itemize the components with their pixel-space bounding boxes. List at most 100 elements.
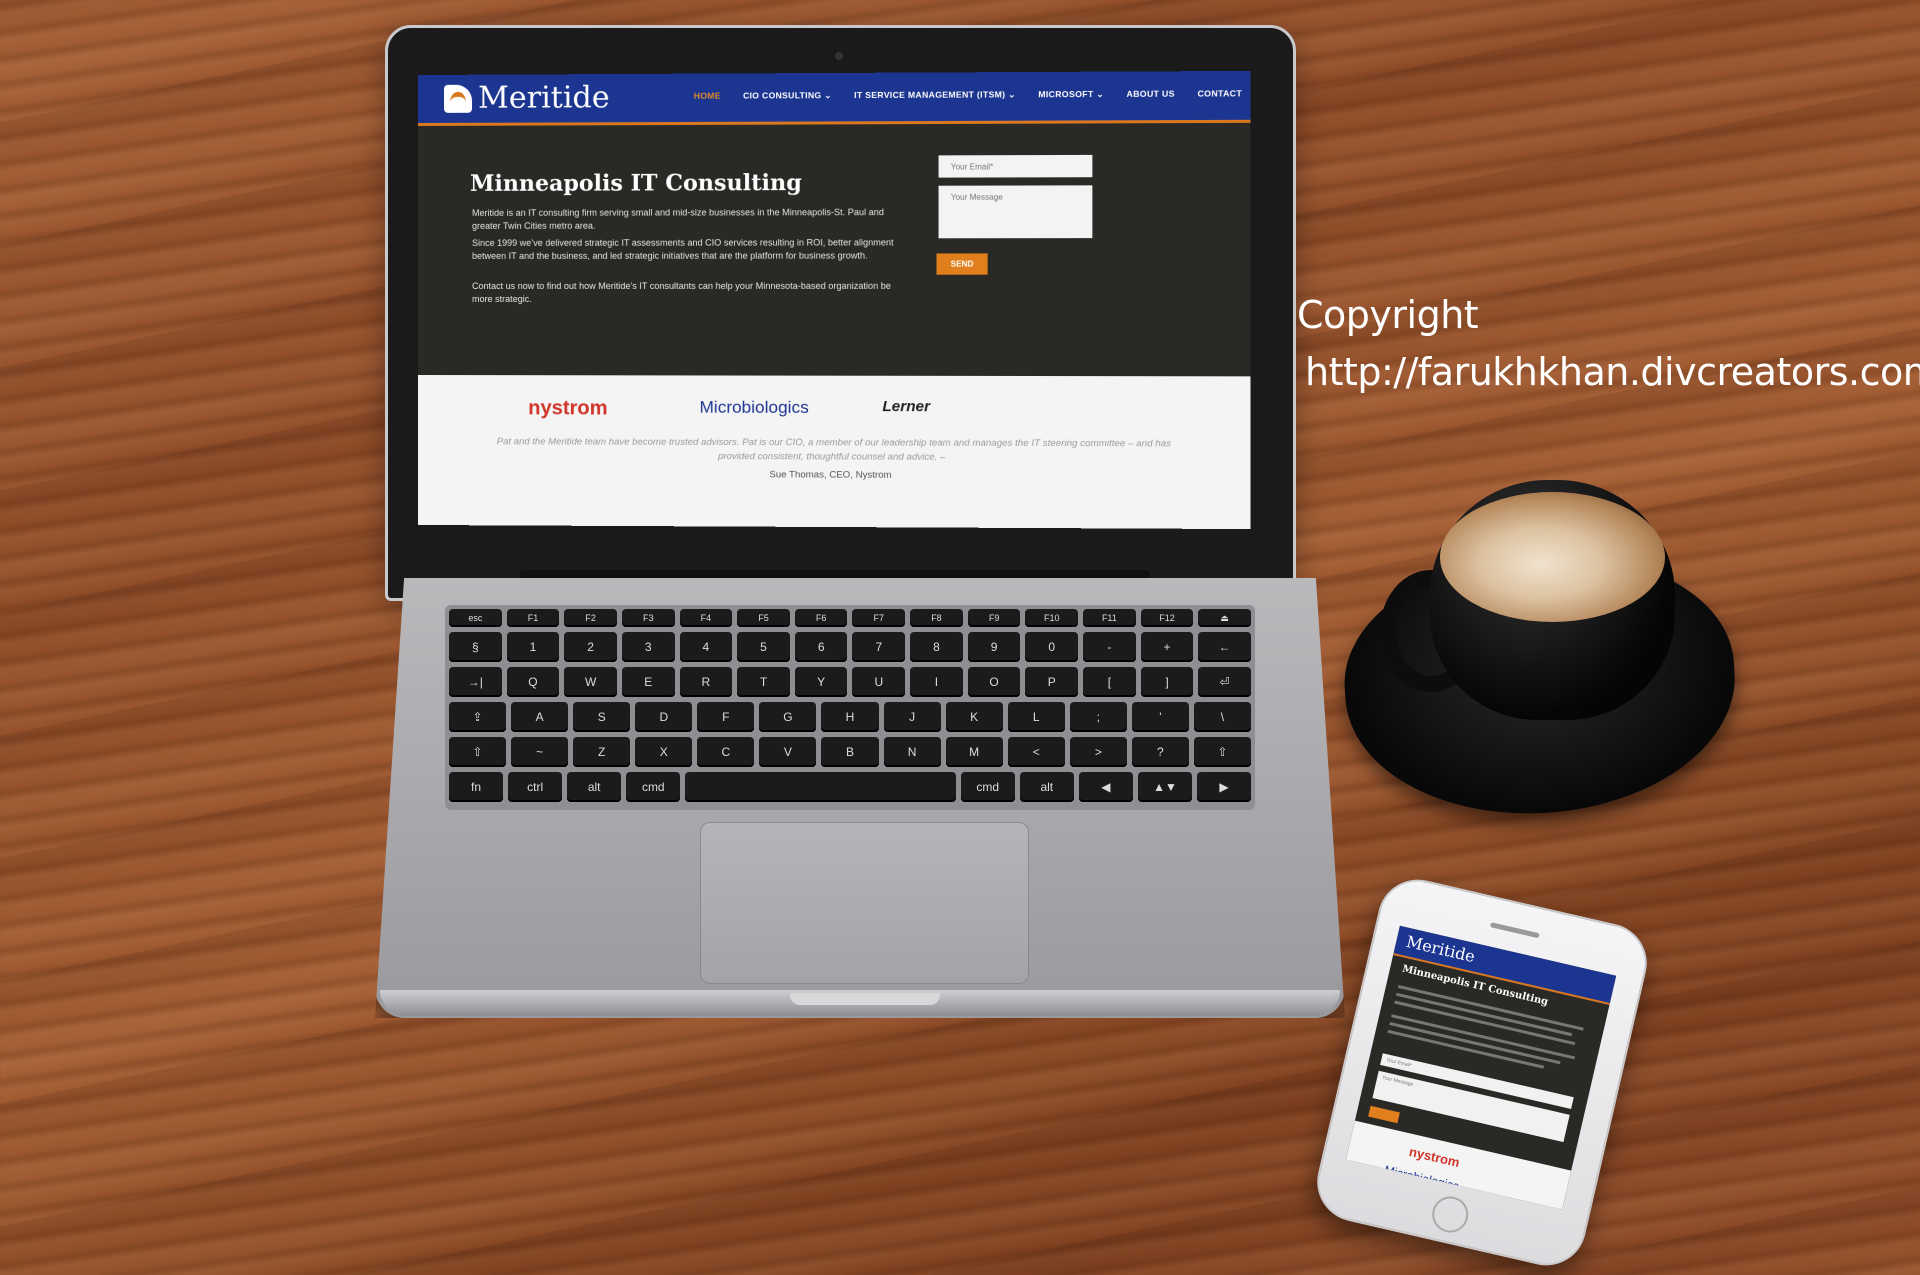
key[interactable]: ⏎ [1198,667,1251,697]
key[interactable]: 7 [852,632,905,662]
key[interactable]: 2 [564,632,617,662]
key[interactable]: - [1083,632,1136,662]
key[interactable]: 9 [968,632,1021,662]
key[interactable]: N [884,737,941,767]
key[interactable]: 4 [680,632,733,662]
key[interactable]: ? [1132,737,1189,767]
key[interactable]: F [697,702,754,732]
key[interactable]: K [946,702,1003,732]
key[interactable]: ▶ [1197,772,1251,802]
hero-title: Minneapolis IT Consulting [470,170,802,197]
home-button[interactable] [1429,1193,1472,1236]
key[interactable]: T [737,667,790,697]
key[interactable]: I [910,667,963,697]
key[interactable]: U [852,667,905,697]
key[interactable]: § [449,632,502,662]
nav-cio-consulting[interactable]: CIO CONSULTING ⌄ [743,90,832,101]
key[interactable]: H [821,702,878,732]
message-field[interactable]: Your Message [939,185,1093,238]
key[interactable]: L [1008,702,1065,732]
nav-contact[interactable]: CONTACT [1198,88,1243,99]
key[interactable]: P [1025,667,1078,697]
key[interactable]: 0 [1025,632,1078,662]
key[interactable]: alt [1020,772,1074,802]
key[interactable]: W [564,667,617,697]
key[interactable]: ctrl [508,772,562,802]
key[interactable]: ' [1132,702,1189,732]
key[interactable]: alt [567,772,621,802]
key[interactable]: X [635,737,692,767]
key[interactable]: M [946,737,1003,767]
key[interactable]: F3 [622,609,675,627]
key[interactable]: ◀ [1079,772,1133,802]
key[interactable]: Q [507,667,560,697]
phone-send-button[interactable] [1368,1106,1400,1123]
keyboard-home-row: ⇪ A S D F G H J K L; ' \ [449,702,1251,732]
keyboard-qwerty-row: →| Q W E R T Y U I O P[] ⏎ [449,667,1251,697]
keyboard: esc F1 F2 F3 F4 F5 F6 F7 F8 F9 F10 F11 F12 ⏏ § 1 2 3 4 5 6 7… [445,605,1255,810]
key[interactable]: esc [449,609,502,627]
key[interactable]: Z [573,737,630,767]
nav-microsoft[interactable]: MICROSOFT ⌄ [1038,89,1104,100]
key[interactable]: J [884,702,941,732]
key[interactable]: →| [449,667,502,697]
key[interactable]: 3 [622,632,675,662]
key[interactable] [685,772,955,802]
key[interactable]: S [573,702,630,732]
nav-itsm[interactable]: IT SERVICE MANAGEMENT (ITSM) ⌄ [854,89,1016,101]
nav-home[interactable]: HOME [694,91,721,102]
key[interactable]: O [968,667,1021,697]
key[interactable]: Y [795,667,848,697]
key[interactable]: 5 [737,632,790,662]
key[interactable]: 1 [507,632,560,662]
key[interactable]: ⇪ [449,702,506,732]
key[interactable]: + [1141,632,1194,662]
key[interactable]: ~ [511,737,568,767]
key[interactable]: [ [1083,667,1136,697]
key[interactable]: < [1008,737,1065,767]
key[interactable]: ⏏ [1198,609,1251,627]
key[interactable]: ▲▼ [1138,772,1192,802]
key[interactable]: F12 [1141,609,1194,627]
key[interactable]: F7 [852,609,905,627]
key[interactable]: E [622,667,675,697]
key[interactable]: V [759,737,816,767]
key[interactable]: ] [1141,667,1194,697]
keyboard-bottom-row: fn ctrl alt cmd cmd alt ◀ ▲▼ ▶ [449,772,1251,802]
key[interactable]: F2 [564,609,617,627]
key[interactable]: ⇧ [449,737,506,767]
phone-site-logo[interactable]: Meritide [1404,932,1476,966]
key[interactable]: F9 [968,609,1021,627]
key[interactable]: R [680,667,733,697]
key[interactable]: 6 [795,632,848,662]
hero-paragraph-2: Since 1999 we’ve delivered strategic IT … [472,236,907,263]
testimonial-quote: Pat and the Meritide team have become tr… [478,435,1190,466]
email-field[interactable]: Your Email* [939,155,1093,178]
keyboard-number-row: § 1 2 3 4 5 6 7 8 9 0- + ← [449,632,1251,662]
key[interactable]: A [511,702,568,732]
nav-about-us[interactable]: ABOUT US [1127,89,1175,100]
send-button[interactable]: SEND [936,253,987,274]
key[interactable]: F6 [795,609,848,627]
key[interactable]: C [697,737,754,767]
key[interactable]: F10 [1025,609,1078,627]
key[interactable]: D [635,702,692,732]
key[interactable]: F11 [1083,609,1136,627]
key[interactable]: ; [1070,702,1127,732]
key[interactable]: > [1070,737,1127,767]
key[interactable]: ← [1198,632,1251,662]
key[interactable]: G [759,702,816,732]
key[interactable]: F4 [680,609,733,627]
key[interactable]: F8 [910,609,963,627]
key[interactable]: B [821,737,878,767]
key[interactable]: \ [1194,702,1251,732]
key[interactable]: F5 [737,609,790,627]
key[interactable]: ⇧ [1194,737,1251,767]
key[interactable]: cmd [961,772,1015,802]
key[interactable]: F1 [507,609,560,627]
site-logo[interactable]: Meritide [478,80,610,116]
key[interactable]: cmd [626,772,680,802]
trackpad[interactable] [700,822,1029,984]
key[interactable]: fn [449,772,503,802]
key[interactable]: 8 [910,632,963,662]
